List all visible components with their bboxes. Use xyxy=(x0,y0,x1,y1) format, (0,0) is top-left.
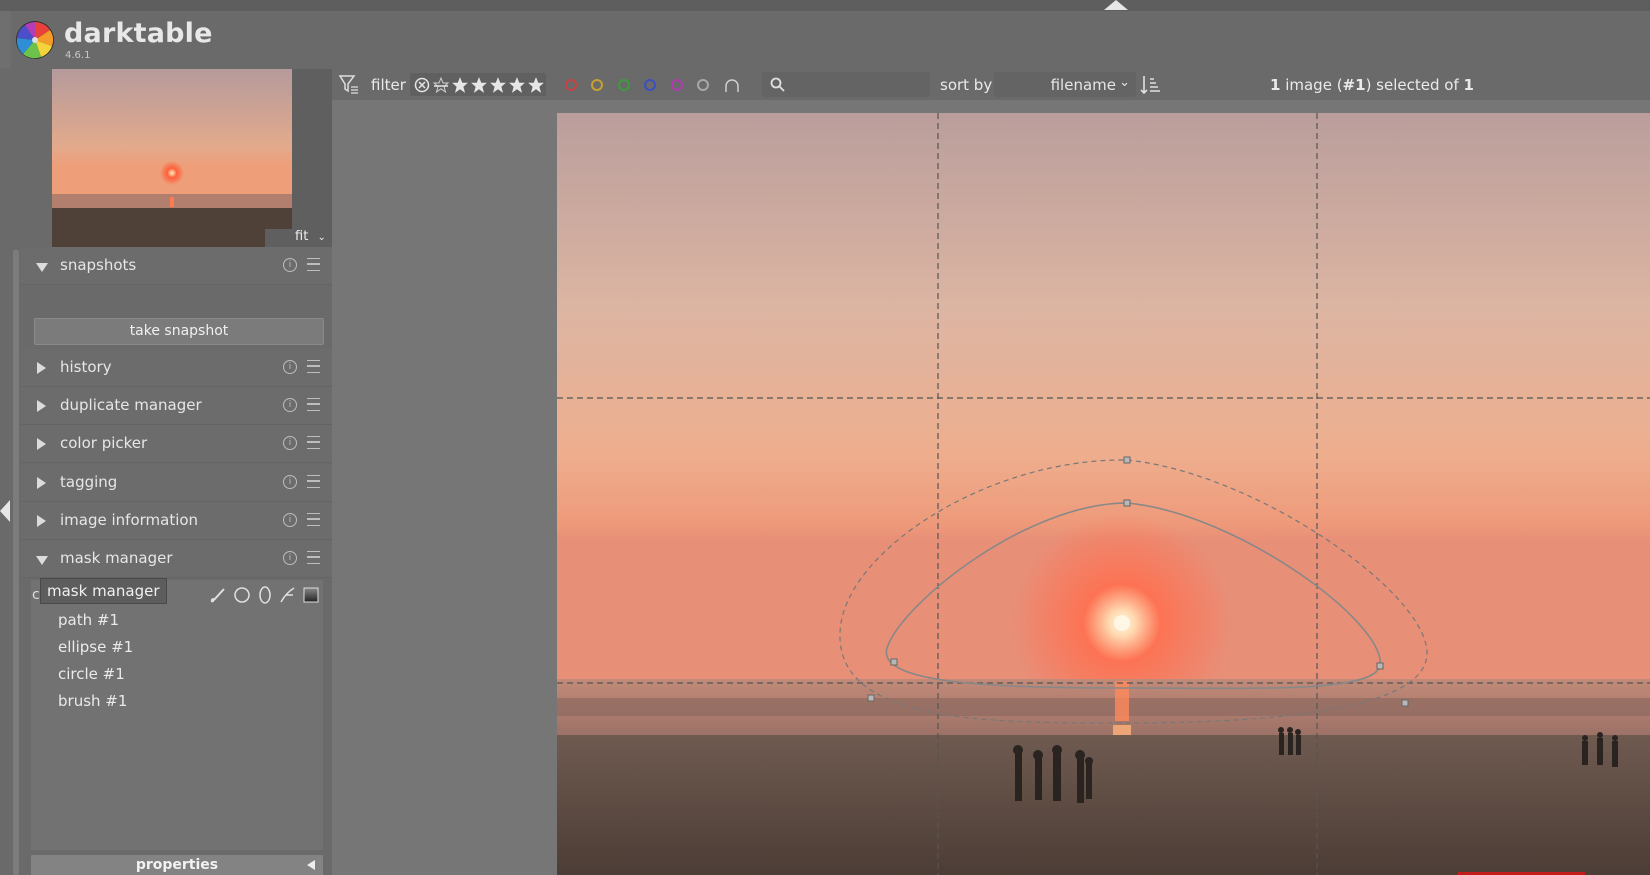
presets-menu-icon[interactable] xyxy=(307,436,320,449)
reject-icon[interactable] xyxy=(414,77,430,93)
module-label: history xyxy=(60,358,112,376)
sort-by-label: sort by xyxy=(940,76,993,94)
gradient-icon[interactable] xyxy=(301,585,321,605)
left-panel-scrollbar[interactable] xyxy=(13,250,19,875)
module-tagging[interactable]: tagging i xyxy=(21,464,332,502)
expanded-arrow-icon xyxy=(36,556,48,565)
navigation-side xyxy=(292,69,332,247)
collapsed-arrow-icon xyxy=(37,400,46,412)
top-panel-toggle-icon[interactable] xyxy=(1104,0,1128,10)
sort-order-icon[interactable] xyxy=(1139,74,1161,96)
color-label-grey[interactable] xyxy=(697,79,709,91)
navigation-thumbnail[interactable] xyxy=(52,69,292,247)
presets-menu-icon[interactable] xyxy=(307,360,320,373)
image-canvas[interactable] xyxy=(557,113,1650,875)
presets-menu-icon[interactable] xyxy=(307,513,320,526)
ellipse-icon[interactable] xyxy=(255,585,275,605)
search-input[interactable] xyxy=(762,72,930,97)
module-image-information[interactable]: image information i xyxy=(21,502,332,540)
mask-item-ellipse[interactable]: ellipse #1 xyxy=(58,638,133,656)
properties-button[interactable]: properties xyxy=(31,855,323,875)
color-label-yellow[interactable] xyxy=(591,79,603,91)
expanded-arrow-icon xyxy=(36,263,48,272)
module-label: duplicate manager xyxy=(60,396,202,414)
module-snapshots[interactable]: snapshots i xyxy=(21,247,332,285)
mask-item-circle[interactable]: circle #1 xyxy=(58,665,125,683)
collapse-left-icon xyxy=(307,860,315,870)
mask-item-brush[interactable]: brush #1 xyxy=(58,692,127,710)
chevron-down-icon: ⌄ xyxy=(1119,75,1130,90)
star-2-icon[interactable] xyxy=(470,76,488,94)
path-icon[interactable] xyxy=(278,585,298,605)
collapsed-arrow-icon xyxy=(37,477,46,489)
app-name: darktable xyxy=(64,18,213,49)
left-panel-toggle-icon[interactable] xyxy=(0,500,10,522)
info-icon[interactable]: i xyxy=(283,436,297,450)
info-icon[interactable]: i xyxy=(283,398,297,412)
info-icon[interactable]: i xyxy=(283,513,297,527)
module-mask-manager[interactable]: mask manager i xyxy=(21,540,332,578)
brush-icon[interactable] xyxy=(209,585,229,605)
filter-label: filter xyxy=(371,76,406,94)
info-icon[interactable]: i xyxy=(283,360,297,374)
app-header: darktable 4.6.1 xyxy=(11,11,1650,68)
module-history[interactable]: history i xyxy=(21,349,332,387)
properties-label: properties xyxy=(135,857,219,873)
mask-item-path[interactable]: path #1 xyxy=(58,611,119,629)
zoom-select[interactable]: fit ⌄ xyxy=(265,229,330,247)
color-label-operator-icon[interactable] xyxy=(723,77,741,93)
star-5-icon[interactable] xyxy=(527,76,545,94)
circle-icon[interactable] xyxy=(232,585,252,605)
star-1-icon[interactable] xyxy=(451,76,469,94)
top-toolbar: filter sort by filename ⌄ 1 image (#1) s… xyxy=(332,68,1650,100)
darktable-logo xyxy=(16,21,54,59)
top-panel-strip xyxy=(0,0,1650,11)
color-label-green[interactable] xyxy=(618,79,630,91)
selection-count: 1 image (#1) selected of 1 xyxy=(1270,76,1474,94)
module-label: snapshots xyxy=(60,256,137,274)
unstarred-icon[interactable] xyxy=(433,77,449,93)
module-label: mask manager xyxy=(60,549,173,567)
info-icon[interactable]: i xyxy=(283,551,297,565)
mask-manager-tooltip: mask manager xyxy=(40,578,167,604)
collapsed-arrow-icon xyxy=(37,438,46,450)
module-color-picker[interactable]: color picker i xyxy=(21,425,332,463)
app-version: 4.6.1 xyxy=(65,50,91,61)
info-icon[interactable]: i xyxy=(283,475,297,489)
presets-menu-icon[interactable] xyxy=(307,551,320,564)
collapsed-arrow-icon xyxy=(37,515,46,527)
presets-menu-icon[interactable] xyxy=(307,475,320,488)
color-label-red[interactable] xyxy=(565,79,577,91)
collapsed-arrow-icon xyxy=(37,362,46,374)
sort-value: filename xyxy=(1050,76,1116,94)
star-3-icon[interactable] xyxy=(489,76,507,94)
filter-icon[interactable] xyxy=(338,73,360,95)
sort-select[interactable]: filename ⌄ xyxy=(994,72,1136,97)
presets-menu-icon[interactable] xyxy=(307,258,320,271)
color-label-purple[interactable] xyxy=(671,79,683,91)
search-icon xyxy=(770,77,785,92)
module-label: color picker xyxy=(60,434,148,452)
mask-manager-partial-label: c xyxy=(32,587,40,603)
take-snapshot-button[interactable]: take snapshot xyxy=(34,318,324,345)
color-label-blue[interactable] xyxy=(644,79,656,91)
module-duplicate-manager[interactable]: duplicate manager i xyxy=(21,387,332,425)
rating-filter[interactable] xyxy=(410,73,546,96)
star-4-icon[interactable] xyxy=(508,76,526,94)
zoom-value: fit xyxy=(295,229,309,244)
chevron-down-icon: ⌄ xyxy=(317,232,326,243)
info-icon[interactable]: i xyxy=(283,258,297,272)
module-label: image information xyxy=(60,511,199,529)
module-label: tagging xyxy=(60,473,118,491)
presets-menu-icon[interactable] xyxy=(307,398,320,411)
